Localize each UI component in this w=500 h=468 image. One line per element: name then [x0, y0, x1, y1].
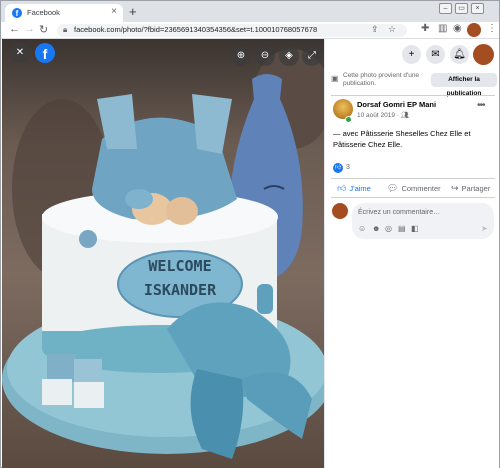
bookmark-star-icon[interactable]: ☆ [388, 24, 396, 35]
tag-icon[interactable]: ◈ [279, 46, 299, 66]
messenger-icon[interactable]: ✉ [426, 45, 445, 64]
zoom-in-icon[interactable]: ⊕ [231, 46, 251, 66]
post-date[interactable]: 10 août 2019 · 👥︎ [357, 111, 409, 119]
browser-window: f Facebook × + – ▭ × ← → ↻ 🔒︎ facebook.c… [0, 0, 500, 468]
camera-icon[interactable]: ◎ [385, 224, 392, 233]
notifications-bell-icon[interactable]: 🔔︎ [450, 45, 469, 64]
close-viewer-icon[interactable]: ✕ [10, 43, 30, 63]
tab-strip: f Facebook × + – ▭ × [1, 1, 499, 22]
cake-photo: WELCOME ISKANDER [2, 49, 324, 459]
share-label: Partager [461, 184, 491, 193]
plaque-line2: ISKANDER [144, 281, 217, 299]
commenter-avatar[interactable] [332, 203, 348, 219]
back-arrow-icon[interactable]: ← [9, 23, 20, 35]
side-panel-icon[interactable]: ▥ [438, 23, 447, 34]
like-button[interactable]: 👍︎ J'aime [337, 183, 371, 194]
comment-placeholder: Écrivez un commentaire… [358, 209, 441, 216]
minimize-button[interactable]: – [439, 3, 452, 14]
facebook-favicon-icon: f [12, 8, 22, 18]
gif-icon[interactable]: ▤ [398, 224, 406, 233]
lock-icon[interactable]: 🔒︎ [63, 25, 67, 35]
send-icon[interactable]: ➤ [481, 224, 488, 233]
divider [331, 178, 495, 179]
like-label: J'aime [349, 184, 371, 193]
profile-extension-icon[interactable]: ◉ [453, 23, 462, 34]
facebook-logo[interactable]: f [35, 43, 55, 63]
post-caption: — avec Pâtisserie Sheselles Chez Elle et… [333, 129, 471, 149]
browser-tab[interactable]: f Facebook × [5, 4, 123, 22]
info-icon: ▣ [331, 74, 339, 83]
photo-notice: ▣ Cette photo provient d'une publication… [331, 72, 497, 97]
divider [331, 197, 495, 198]
forward-arrow-icon[interactable]: → [24, 23, 35, 35]
account-avatar[interactable] [473, 44, 494, 65]
extensions-puzzle-icon[interactable]: ✚ [421, 23, 429, 34]
browser-toolbar: ← → ↻ 🔒︎ facebook.com/photo/?fbid=236569… [1, 22, 499, 39]
comment-button[interactable]: 💬︎ Commenter [387, 183, 441, 194]
divider [331, 95, 495, 96]
fullscreen-icon[interactable]: ⤢ [302, 46, 322, 66]
like-reaction-icon: 👍︎ [333, 163, 343, 173]
zoom-out-icon[interactable]: ⊖ [255, 46, 275, 66]
author-name[interactable]: Dorsaf Gomri EP Mani [357, 100, 436, 109]
photo-viewer[interactable]: WELCOME ISKANDER ✕ f ⊕ ⊖ ◈ ⤢ [2, 39, 324, 468]
post-panel: + ✉ 🔔︎ ▣ Cette photo provient d'une publ… [324, 39, 499, 468]
reaction-count: 3 [346, 164, 350, 171]
friends-audience-icon: 👥︎ [400, 112, 409, 119]
share-arrow-icon: ↪ [451, 183, 459, 193]
maximize-button[interactable]: ▭ [455, 3, 468, 14]
post-date-text: 10 août 2019 · [357, 112, 401, 119]
share-button[interactable]: ↪ Partager [451, 183, 490, 194]
more-options-icon[interactable]: ••• [477, 100, 485, 111]
new-tab-button[interactable]: + [129, 4, 137, 19]
sticker-icon[interactable]: ◧ [411, 224, 419, 233]
tab-title: Facebook [27, 8, 60, 17]
post-actions: 👍︎ J'aime 💬︎ Commenter ↪ Partager [331, 181, 495, 196]
online-status-dot [345, 116, 352, 123]
reload-icon[interactable]: ↻ [39, 23, 48, 36]
emoji-icon[interactable]: ☻ [372, 224, 380, 233]
notice-text: Cette photo provient d'une publication. [343, 72, 420, 87]
profile-avatar[interactable] [467, 23, 481, 37]
close-window-button[interactable]: × [471, 3, 484, 14]
chrome-menu-icon[interactable]: ⋮ [487, 23, 497, 34]
tab-close-icon[interactable]: × [111, 6, 117, 17]
view-post-button[interactable]: Afficher la publication [431, 73, 497, 97]
avatar-sticker-icon[interactable]: ☺ [358, 224, 366, 233]
plaque-line1: WELCOME [148, 257, 211, 275]
comment-label: Commenter [401, 184, 441, 193]
thumbs-up-icon: 👍︎ [337, 183, 347, 193]
create-plus-icon[interactable]: + [402, 45, 421, 64]
url-text: facebook.com/photo/?fbid=236569134035435… [74, 25, 318, 34]
share-page-icon[interactable]: ⇪ [371, 24, 379, 35]
address-bar[interactable]: 🔒︎ facebook.com/photo/?fbid=236569134035… [57, 24, 407, 37]
comment-input[interactable]: Écrivez un commentaire… ☺ ☻ ◎ ▤ ◧ ➤ [352, 203, 494, 239]
comment-bubble-icon: 💬︎ [387, 183, 399, 193]
